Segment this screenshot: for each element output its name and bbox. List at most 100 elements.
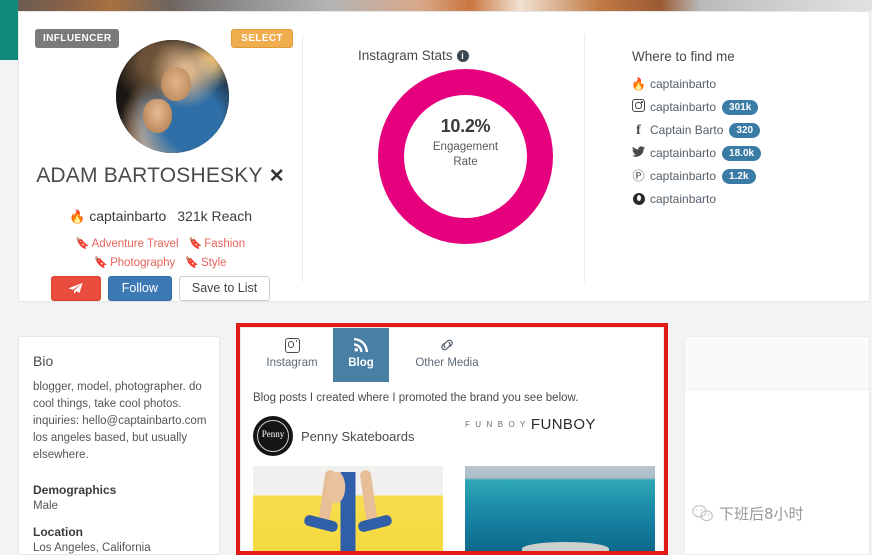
follower-count-badge: 18.0k bbox=[722, 146, 762, 162]
social-row-twitter[interactable]: captainbarto 18.0k bbox=[630, 141, 860, 164]
page-top-image-strip bbox=[0, 0, 872, 11]
snapchat-icon bbox=[630, 188, 647, 211]
image-detail bbox=[321, 472, 375, 554]
tab-other-media[interactable]: Other Media bbox=[393, 328, 501, 382]
avatar-hand bbox=[143, 98, 173, 133]
bookmark-icon: 🔖 bbox=[188, 238, 203, 250]
tag-style[interactable]: 🔖 Style bbox=[185, 254, 226, 272]
blog-card-image bbox=[465, 466, 655, 554]
follower-count-badge: 1.2k bbox=[722, 169, 756, 185]
profile-column: INFLUENCER SELECT ADAM BARTOSHESKY ✕ 🔥 cap… bbox=[19, 12, 302, 301]
tag-label: Adventure Travel bbox=[91, 238, 179, 250]
location-label: Location bbox=[33, 525, 83, 539]
page-title: ADAM BARTOSHESKY ✕ bbox=[19, 164, 302, 188]
image-detail bbox=[522, 542, 610, 554]
social-row-flame[interactable]: 🔥 captainbarto bbox=[630, 72, 860, 95]
reach-count: 321k Reach bbox=[177, 208, 252, 224]
profile-handle[interactable]: captainbarto bbox=[89, 208, 166, 224]
left-teal-block bbox=[0, 0, 18, 60]
tag-adventure-travel[interactable]: 🔖 Adventure Travel bbox=[76, 235, 179, 253]
tab-label: Blog bbox=[348, 357, 374, 369]
avatar-face bbox=[161, 67, 191, 101]
rss-icon bbox=[333, 338, 389, 354]
media-description: Blog posts I created where I promoted th… bbox=[253, 392, 579, 404]
bio-text: blogger, model, photographer. do cool th… bbox=[33, 381, 207, 461]
link-icon bbox=[393, 338, 501, 354]
engagement-rate-value: 10.2% bbox=[440, 116, 491, 136]
funboy-logo-icon: F U N B O Y bbox=[465, 420, 527, 430]
blog-card-title: FUNBOY bbox=[530, 416, 596, 434]
social-links-list: 🔥 captainbarto captainbarto 301k f Captain … bbox=[630, 72, 860, 210]
social-row-snapchat[interactable]: captainbarto bbox=[630, 187, 860, 210]
media-tabs: Instagram Blog Other Media bbox=[241, 328, 663, 382]
avatar bbox=[116, 40, 229, 153]
blog-card-title: Penny Skateboards bbox=[301, 428, 415, 444]
pinterest-icon: Ⓟ bbox=[632, 169, 645, 184]
social-row-facebook[interactable]: f Captain Barto 320 bbox=[630, 118, 860, 141]
blog-card-image bbox=[253, 466, 443, 554]
blog-card-penny[interactable]: Penny Penny Skateboards bbox=[253, 416, 443, 554]
bio-card: Bio blogger, model, photographer. do coo… bbox=[18, 336, 220, 555]
influencer-name: ADAM BARTOSHESKY bbox=[36, 164, 263, 187]
social-handle: captainbarto bbox=[650, 192, 717, 207]
media-card: Instagram Blog Other Media Blog posts I … bbox=[240, 327, 664, 555]
action-buttons: Follow Save to List bbox=[19, 276, 302, 301]
watermark-text: 下班后8小时 bbox=[719, 505, 804, 523]
send-message-button[interactable] bbox=[50, 276, 101, 301]
social-handle: captainbarto bbox=[650, 100, 717, 115]
twitter-icon bbox=[630, 142, 647, 165]
tab-label: Instagram bbox=[266, 357, 318, 369]
engagement-rate-label: Engagement Rate bbox=[432, 141, 499, 168]
social-row-instagram[interactable]: captainbarto 301k bbox=[630, 95, 860, 118]
where-to-find-me-column: Where to find me 🔥 captainbarto captainba… bbox=[585, 12, 871, 301]
tag-label: Fashion bbox=[204, 238, 246, 250]
handle-row: 🔥 captainbarto 321k Reach bbox=[19, 208, 302, 225]
influencer-badge: INFLUENCER bbox=[35, 29, 120, 48]
follow-button[interactable]: Follow bbox=[107, 276, 172, 301]
tab-label: Other Media bbox=[415, 357, 479, 369]
tag-label: Style bbox=[201, 257, 227, 269]
follower-count-badge: 301k bbox=[722, 100, 759, 116]
tag-fashion[interactable]: 🔖 Fashion bbox=[189, 235, 246, 253]
engagement-rate-donut-chart: 10.2% Engagement Rate bbox=[378, 69, 553, 244]
blog-card-header: F U N B O Y FUNBOY bbox=[465, 416, 655, 466]
instagram-icon bbox=[630, 96, 647, 119]
donut-center-label: 10.2% Engagement Rate bbox=[378, 116, 553, 170]
info-icon[interactable]: i bbox=[456, 50, 469, 62]
right-card-header bbox=[685, 337, 869, 390]
bookmark-icon: 🔖 bbox=[185, 257, 200, 269]
blog-card-header: Penny Penny Skateboards bbox=[253, 416, 443, 466]
instagram-stats-column: Instagram Stats i 10.2% Engagement Rate bbox=[303, 12, 584, 301]
social-handle: captainbarto bbox=[650, 169, 717, 184]
follower-count-badge: 320 bbox=[729, 123, 761, 139]
stats-title: Instagram Stats i bbox=[358, 48, 469, 63]
paper-plane-icon bbox=[68, 283, 83, 295]
social-handle: Captain Barto bbox=[650, 123, 724, 138]
wechat-icon bbox=[692, 505, 714, 522]
flame-icon: 🔥 bbox=[69, 209, 86, 224]
bookmark-icon: 🔖 bbox=[94, 257, 109, 269]
close-icon[interactable]: ✕ bbox=[269, 166, 285, 187]
watermark: 下班后8小时 bbox=[692, 503, 804, 524]
demographics-value: Male bbox=[33, 500, 58, 512]
social-handle: captainbarto bbox=[650, 146, 717, 161]
bookmark-icon: 🔖 bbox=[75, 238, 90, 250]
instagram-icon bbox=[253, 338, 331, 354]
save-to-list-button[interactable]: Save to List bbox=[178, 276, 271, 301]
where-to-find-me-title: Where to find me bbox=[632, 49, 735, 64]
facebook-icon: f bbox=[636, 123, 641, 139]
tab-instagram[interactable]: Instagram bbox=[253, 328, 331, 382]
penny-logo-icon: Penny bbox=[253, 416, 293, 456]
bio-heading: Bio bbox=[33, 353, 54, 369]
tag-photography[interactable]: 🔖 Photography bbox=[94, 254, 175, 272]
tab-blog[interactable]: Blog bbox=[333, 328, 389, 382]
select-button[interactable]: SELECT bbox=[231, 29, 293, 48]
social-row-pinterest[interactable]: Ⓟcaptainbarto 1.2k bbox=[630, 164, 860, 187]
demographics-label: Demographics bbox=[33, 483, 117, 497]
location-value: Los Angeles, California bbox=[33, 542, 151, 554]
stats-title-label: Instagram Stats bbox=[358, 48, 453, 63]
tag-label: Photography bbox=[110, 257, 176, 269]
category-tags: 🔖 Adventure Travel 🔖 Fashion 🔖 Photography 🔖 St… bbox=[19, 234, 302, 272]
profile-card: INFLUENCER SELECT ADAM BARTOSHESKY ✕ 🔥 cap… bbox=[18, 11, 870, 302]
blog-card-funboy[interactable]: F U N B O Y FUNBOY bbox=[465, 416, 655, 554]
